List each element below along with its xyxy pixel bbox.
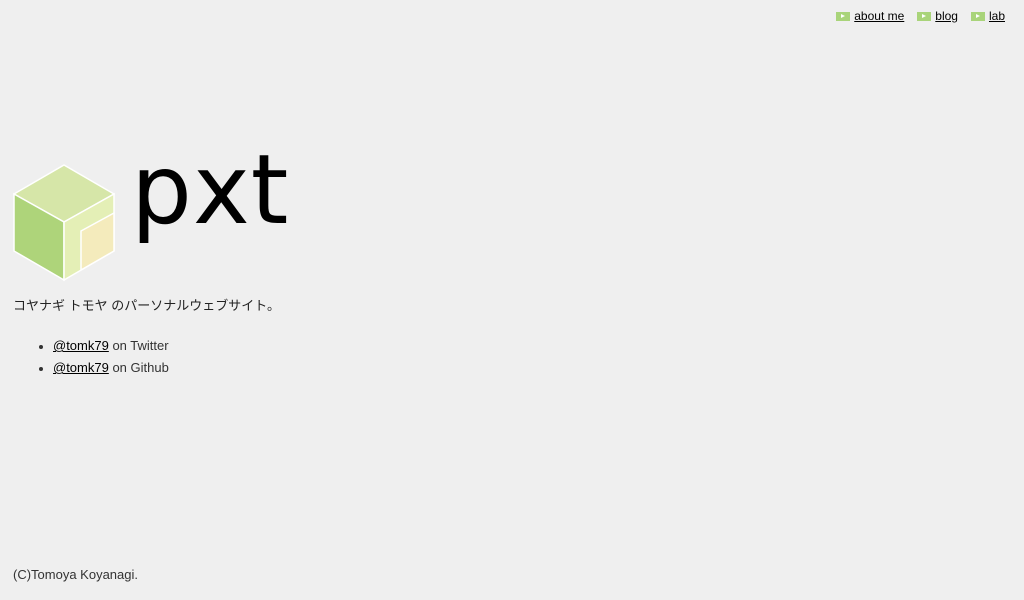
site-wordmark: pxt [131,134,290,246]
github-link[interactable]: @tomk79 [53,360,109,375]
social-links: @tomk79 on Twitter @tomk79 on Github [13,335,169,379]
play-icon [836,11,851,21]
nav-item-blog[interactable]: blog [917,9,958,23]
twitter-link-suffix: on Twitter [108,338,169,353]
list-item-github: @tomk79 on Github [39,357,169,379]
play-icon [970,11,985,21]
nav-item-lab[interactable]: lab [970,9,1005,23]
site-tagline: コヤナギ トモヤ のパーソナルウェブサイト。 [13,298,280,313]
nav-item-about-me[interactable]: about me [836,9,904,23]
site-logo: pxt [13,142,288,282]
footer-copyright: (C)Tomoya Koyanagi. [13,567,138,582]
top-nav: about me blog lab [836,9,1005,23]
cube-icon [13,164,115,282]
list-item-twitter: @tomk79 on Twitter [39,335,169,357]
nav-link-blog[interactable]: blog [935,9,958,23]
page: about me blog lab pxt コヤナギ トモヤ のパーソナルウェブ… [0,0,1024,600]
twitter-link[interactable]: @tomk79 [53,338,109,353]
github-link-suffix: on Github [108,360,169,375]
nav-link-lab[interactable]: lab [989,9,1005,23]
play-icon [917,11,932,21]
nav-link-about-me[interactable]: about me [854,9,904,23]
